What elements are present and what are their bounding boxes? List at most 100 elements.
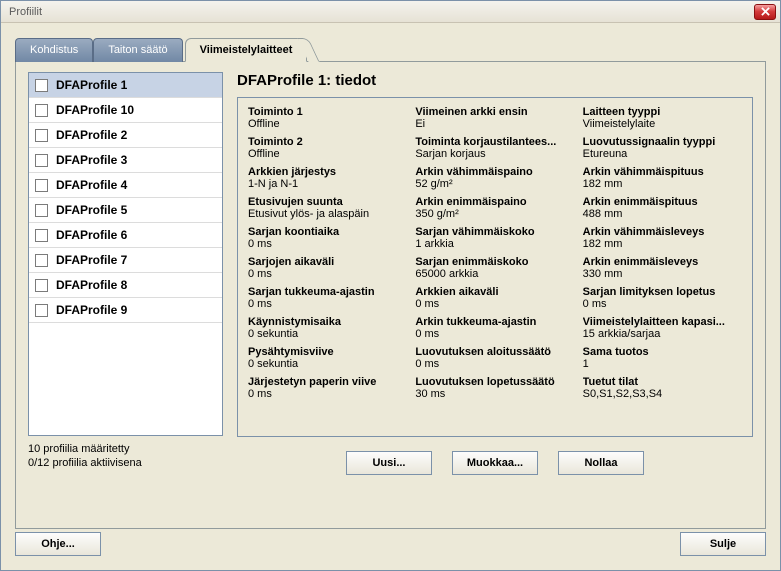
field-label: Luovutussignaalin tyyppi: [583, 136, 742, 148]
checkbox[interactable]: [35, 204, 48, 217]
detail-box: Toiminto 1OfflineToiminto 2OfflineArkkie…: [237, 97, 753, 437]
detail-field: Järjestetyn paperin viive0 ms: [248, 376, 407, 400]
detail-field: Tuetut tilatS0,S1,S2,S3,S4: [583, 376, 742, 400]
field-value: Etusivut ylös- ja alaspäin: [248, 208, 407, 220]
field-value: 0 ms: [248, 388, 407, 400]
close-icon[interactable]: [754, 4, 776, 20]
detail-field: Käynnistymisaika0 sekuntia: [248, 316, 407, 340]
detail-field: Viimeistelylaitteen kapasi...15 arkkia/s…: [583, 316, 742, 340]
field-label: Viimeistelylaitteen kapasi...: [583, 316, 742, 328]
field-value: Offline: [248, 118, 407, 130]
profile-list[interactable]: DFAProfile 1 DFAProfile 10 DFAProfile 2 DFA…: [28, 72, 223, 436]
field-label: Arkin vähimmäispituus: [583, 166, 742, 178]
list-item[interactable]: DFAProfile 10: [29, 98, 222, 123]
detail-field: Sama tuotos1: [583, 346, 742, 370]
field-value: 0 ms: [248, 268, 407, 280]
field-value: 1-N ja N-1: [248, 178, 407, 190]
profile-label: DFAProfile 9: [56, 303, 127, 317]
edit-button[interactable]: Muokkaa...: [452, 451, 538, 475]
field-value: 0 sekuntia: [248, 328, 407, 340]
checkbox[interactable]: [35, 79, 48, 92]
checkbox[interactable]: [35, 154, 48, 167]
field-value: 182 mm: [583, 238, 742, 250]
detail-field: Arkin enimmäispaino350 g/m²: [415, 196, 574, 220]
list-item[interactable]: DFAProfile 1: [29, 73, 222, 98]
profiles-active: 0/12 profiilia aktiivisena: [28, 456, 223, 470]
field-value: Etureuna: [583, 148, 742, 160]
field-label: Toiminto 1: [248, 106, 407, 118]
field-value: Sarjan korjaus: [415, 148, 574, 160]
list-item[interactable]: DFAProfile 5: [29, 198, 222, 223]
detail-field: Arkin vähimmäispituus182 mm: [583, 166, 742, 190]
checkbox[interactable]: [35, 104, 48, 117]
detail-field: Laitteen tyyppiViimeistelylaite: [583, 106, 742, 130]
detail-col-3: Laitteen tyyppiViimeistelylaite Luovutuss…: [583, 106, 742, 428]
checkbox[interactable]: [35, 129, 48, 142]
checkbox[interactable]: [35, 304, 48, 317]
field-value: 0 ms: [248, 238, 407, 250]
field-value: 1: [583, 358, 742, 370]
list-item[interactable]: DFAProfile 6: [29, 223, 222, 248]
profile-label: DFAProfile 8: [56, 278, 127, 292]
detail-field: Arkkien aikaväli0 ms: [415, 286, 574, 310]
detail-field: Arkin vähimmäispaino52 g/m²: [415, 166, 574, 190]
detail-field: Arkin enimmäispituus488 mm: [583, 196, 742, 220]
field-value: 15 arkkia/sarjaa: [583, 328, 742, 340]
detail-field: Sarjan tukkeuma-ajastin0 ms: [248, 286, 407, 310]
close-button[interactable]: Sulje: [680, 532, 766, 556]
tab-taiton-saato[interactable]: Taiton säätö: [93, 38, 182, 62]
profile-label: DFAProfile 2: [56, 128, 127, 142]
detail-col-2: Viimeinen arkki ensinEi Toiminta korjaust…: [415, 106, 574, 428]
profiles-defined: 10 profiilia määritetty: [28, 442, 223, 456]
list-item[interactable]: DFAProfile 7: [29, 248, 222, 273]
checkbox[interactable]: [35, 179, 48, 192]
field-label: Sama tuotos: [583, 346, 742, 358]
field-value: 488 mm: [583, 208, 742, 220]
field-label: Arkin enimmäispaino: [415, 196, 574, 208]
field-label: Sarjan vähimmäiskoko: [415, 226, 574, 238]
checkbox[interactable]: [35, 229, 48, 242]
field-label: Arkkien aikaväli: [415, 286, 574, 298]
profile-label: DFAProfile 7: [56, 253, 127, 267]
new-button[interactable]: Uusi...: [346, 451, 432, 475]
list-item[interactable]: DFAProfile 3: [29, 148, 222, 173]
field-label: Luovutuksen lopetussäätö: [415, 376, 574, 388]
field-value: 0 sekuntia: [248, 358, 407, 370]
profile-label: DFAProfile 10: [56, 103, 134, 117]
checkbox[interactable]: [35, 254, 48, 267]
detail-field: Arkin tukkeuma-ajastin0 ms: [415, 316, 574, 340]
window-title: Profiilit: [9, 6, 42, 18]
field-value: Ei: [415, 118, 574, 130]
field-value: 0 ms: [415, 298, 574, 310]
titlebar: Profiilit: [1, 1, 780, 23]
field-label: Sarjan limityksen lopetus: [583, 286, 742, 298]
field-label: Toiminta korjaustilantees...: [415, 136, 574, 148]
profile-label: DFAProfile 5: [56, 203, 127, 217]
dialog-window: Profiilit Kohdistus Taiton säätö Viimeis…: [0, 0, 781, 571]
checkbox[interactable]: [35, 279, 48, 292]
field-label: Arkin enimmäisleveys: [583, 256, 742, 268]
reset-button[interactable]: Nollaa: [558, 451, 644, 475]
detail-field: Arkkien järjestys1-N ja N-1: [248, 166, 407, 190]
profile-label: DFAProfile 1: [56, 78, 127, 92]
help-button[interactable]: Ohje...: [15, 532, 101, 556]
field-value: 1 arkkia: [415, 238, 574, 250]
list-item[interactable]: DFAProfile 8: [29, 273, 222, 298]
detail-field: Luovutuksen aloitussäätö0 ms: [415, 346, 574, 370]
tab-viimeistelylaitteet[interactable]: Viimeistelylaitteet: [185, 38, 308, 62]
list-item[interactable]: DFAProfile 2: [29, 123, 222, 148]
field-value: 330 mm: [583, 268, 742, 280]
field-label: Käynnistymisaika: [248, 316, 407, 328]
field-label: Etusivujen suunta: [248, 196, 407, 208]
detail-field: Toiminta korjaustilantees...Sarjan korja…: [415, 136, 574, 160]
field-label: Sarjojen aikaväli: [248, 256, 407, 268]
tab-panel: DFAProfile 1 DFAProfile 10 DFAProfile 2 DFA…: [15, 61, 766, 529]
list-item[interactable]: DFAProfile 4: [29, 173, 222, 198]
detail-field: Toiminto 1Offline: [248, 106, 407, 130]
field-value: 0 ms: [583, 298, 742, 310]
field-label: Järjestetyn paperin viive: [248, 376, 407, 388]
detail-field: Viimeinen arkki ensinEi: [415, 106, 574, 130]
tab-kohdistus[interactable]: Kohdistus: [15, 38, 93, 62]
list-item[interactable]: DFAProfile 9: [29, 298, 222, 323]
field-value: 0 ms: [248, 298, 407, 310]
